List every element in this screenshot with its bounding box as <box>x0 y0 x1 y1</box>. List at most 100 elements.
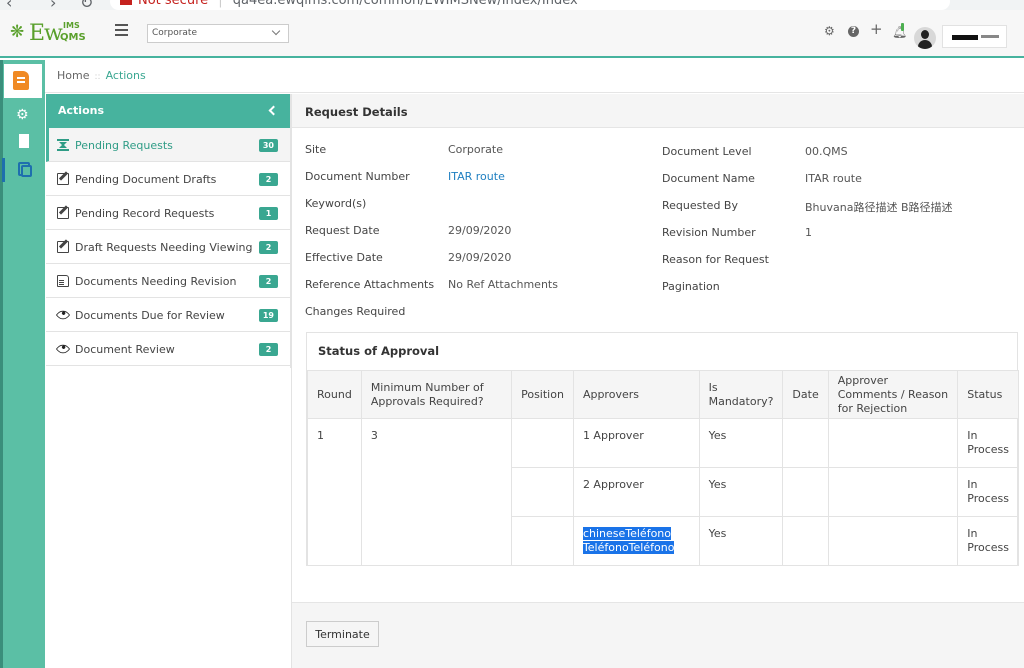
cell-date <box>782 516 829 566</box>
col-position: Position <box>511 370 574 419</box>
action-item-label: Pending Document Drafts <box>75 173 217 186</box>
collapse-chevron-icon[interactable] <box>268 105 279 116</box>
cell-comments <box>827 467 959 517</box>
action-item-pending-document-drafts[interactable]: Pending Document Drafts 2 <box>46 162 290 196</box>
browser-chrome: ‹ › ↻ Not secure | qa4ea.ewqims.com/comm… <box>0 0 1024 10</box>
address-bar[interactable]: Not secure | qa4ea.ewqims.com/common/EWI… <box>110 0 950 10</box>
action-footer: Terminate <box>292 602 1024 668</box>
col-approver-comments: Approver Comments / Reason for Rejection <box>827 370 959 419</box>
document-icon[interactable] <box>13 71 29 90</box>
breadcrumb-home[interactable]: Home <box>57 69 89 82</box>
document-number-link[interactable]: ITAR route <box>448 170 505 183</box>
col-min-approvals: Minimum Number of Approvals Required? <box>360 370 513 419</box>
count-badge: 1 <box>259 207 278 220</box>
terminate-button[interactable]: Terminate <box>306 621 379 647</box>
help-icon[interactable]: ? <box>848 26 859 37</box>
action-item-label: Documents Due for Review <box>75 309 225 322</box>
edit-icon <box>57 173 69 185</box>
notification-dot <box>901 23 904 31</box>
breadcrumb-current[interactable]: Actions <box>106 69 146 82</box>
count-badge: 2 <box>259 343 278 356</box>
field-value-effective-date: 29/09/2020 <box>448 251 512 264</box>
field-label-reference-attachments: Reference Attachments <box>305 278 435 291</box>
reload-icon[interactable]: ↻ <box>80 0 93 10</box>
status-of-approval: Status of Approval Round Minimum Number … <box>306 332 1019 566</box>
field-value-site: Corporate <box>448 143 503 156</box>
cell-date <box>782 418 829 468</box>
request-details-panel: Request Details Site Corporate Document … <box>292 94 1024 668</box>
request-details-title: Request Details <box>292 94 1024 128</box>
edit-icon <box>57 241 69 253</box>
copy-icon-front <box>21 165 32 177</box>
field-value-requested-by: Bhuvana路径描述 B路径描述 <box>805 201 953 214</box>
security-label: Not secure <box>138 0 209 8</box>
cell-mandatory: Yes <box>698 467 784 517</box>
chevron-down-icon <box>271 26 281 36</box>
avatar[interactable] <box>914 27 936 49</box>
actions-title: Actions <box>58 104 104 117</box>
action-item-label: Pending Record Requests <box>75 207 215 220</box>
url-text: qa4ea.ewqims.com/common/EWIMSNew/Index/I… <box>232 0 578 8</box>
col-date: Date <box>782 370 829 419</box>
approval-title: Status of Approval <box>318 344 440 358</box>
action-item-pending-requests[interactable]: Pending Requests 30 <box>46 128 290 162</box>
field-label-pagination: Pagination <box>662 280 720 293</box>
field-value-revision-number: 1 <box>805 226 812 239</box>
count-badge: 30 <box>258 139 278 152</box>
field-value-document-name: ITAR route <box>805 172 862 185</box>
hamburger-menu-icon[interactable] <box>115 24 128 36</box>
field-label-revision-number: Revision Number <box>662 226 756 239</box>
field-value-reference-attachments: No Ref Attachments <box>448 278 558 291</box>
logo-flower-icon: ❋ <box>10 22 25 42</box>
building-icon[interactable] <box>19 134 29 148</box>
action-item-label: Pending Requests <box>75 139 173 152</box>
count-badge: 2 <box>259 241 278 254</box>
forward-icon[interactable]: › <box>50 0 56 10</box>
action-item-documents-needing-revision[interactable]: Documents Needing Revision 2 <box>46 264 290 298</box>
cell-comments <box>827 418 959 468</box>
count-badge: 19 <box>258 309 278 322</box>
logo-ims: IMS <box>63 21 80 30</box>
site-select-value: Corporate <box>152 28 197 38</box>
field-label-document-name: Document Name <box>662 172 755 185</box>
field-label-document-number: Document Number <box>305 170 410 183</box>
cell-status: In Process <box>957 516 1019 566</box>
action-item-pending-record-requests[interactable]: Pending Record Requests 1 <box>46 196 290 230</box>
file-icon <box>57 275 69 287</box>
brand-logo <box>942 25 1007 48</box>
cell-position <box>511 418 574 468</box>
actions-panel-filler <box>46 368 291 668</box>
field-label-keywords: Keyword(s) <box>305 197 367 210</box>
selected-approver-text[interactable]: TeléfonoTeléfono <box>582 541 675 554</box>
action-item-documents-due-for-review[interactable]: Documents Due for Review 19 <box>46 298 290 332</box>
action-item-label: Documents Needing Revision <box>75 275 237 288</box>
back-icon[interactable]: ‹ <box>6 0 12 10</box>
breadcrumb: Home:: Actions <box>45 60 1024 93</box>
eye-icon <box>55 341 71 357</box>
cogs-icon[interactable]: ⚙ <box>16 108 29 122</box>
field-label-document-level: Document Level <box>662 145 752 158</box>
rail-selection-marker <box>2 158 5 182</box>
col-approvers: Approvers <box>572 370 700 419</box>
site-select[interactable]: Corporate <box>147 24 289 43</box>
cell-status: In Process <box>957 467 1019 517</box>
action-item-draft-requests-needing-viewing[interactable]: Draft Requests Needing Viewing 2 <box>46 230 290 264</box>
bell-icon[interactable]: 🔔︎ <box>892 25 907 39</box>
field-label-site: Site <box>305 143 327 156</box>
selected-approver-text[interactable]: chineseTeléfono <box>582 527 671 540</box>
app-logo[interactable]: ❋ Ew IMS QMS <box>10 21 90 46</box>
logo-qms: QMS <box>60 32 86 43</box>
cell-date <box>782 467 829 517</box>
edit-icon <box>57 207 69 219</box>
count-badge: 2 <box>259 173 278 186</box>
cell-mandatory: Yes <box>698 516 784 566</box>
rail-edge <box>0 60 3 668</box>
cell-status: In Process <box>957 418 1019 468</box>
field-label-requested-by: Requested By <box>662 199 738 212</box>
actions-panel: Actions Pending Requests 30 Pending Docu… <box>46 94 291 368</box>
plus-icon[interactable]: + <box>870 22 883 37</box>
field-label-changes-required: Changes Required <box>305 305 406 318</box>
gear-icon[interactable]: ⚙ <box>824 24 835 38</box>
actions-header: Actions <box>46 94 290 128</box>
action-item-document-review[interactable]: Document Review 2 <box>46 332 290 366</box>
